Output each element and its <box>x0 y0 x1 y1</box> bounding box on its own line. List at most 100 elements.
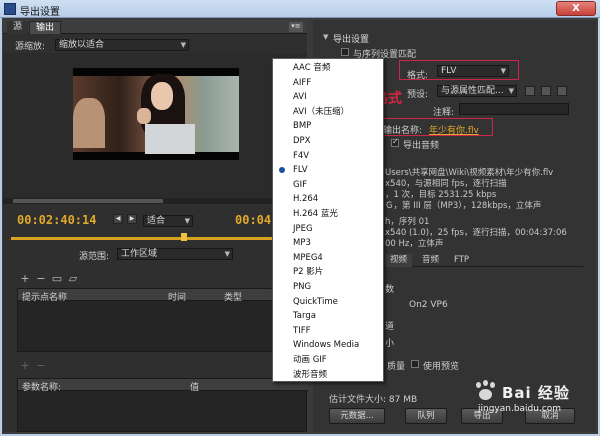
parameter-table: 参数名称: 值 <box>17 378 308 432</box>
title-bar: 导出设置 X <box>0 0 600 18</box>
panel-menu-icon[interactable]: ▾≡ <box>289 22 303 32</box>
chevron-down-icon: ▼ <box>224 250 230 258</box>
current-timecode[interactable]: 00:02:40:14 <box>17 213 96 227</box>
format-option[interactable]: AVI <box>273 90 383 105</box>
format-option[interactable]: P2 影片 <box>273 265 383 280</box>
channel-label-fragment: 道 <box>385 322 395 332</box>
codec-label-fragment: 数 <box>385 285 395 295</box>
source-range-dropdown[interactable]: 工作区域 ▼ <box>117 248 233 260</box>
cue-toolbar: + − ▭ ▱ <box>3 273 307 287</box>
export-settings-header[interactable]: ▼ 导出设置 <box>323 32 369 45</box>
format-dropdown-list: AAC 音频 AIFF AVI AVI（未压缩） BMP DPX F4V FLV GIF H.26… <box>272 58 384 382</box>
remove-param-icon[interactable]: − <box>35 360 47 372</box>
max-quality-label: 质量 <box>387 362 406 372</box>
match-sequence-checkbox[interactable] <box>341 48 349 56</box>
format-option[interactable]: PNG <box>273 280 383 295</box>
chevron-down-icon: ▼ <box>184 217 190 225</box>
tab-output[interactable]: 输出 <box>29 21 62 34</box>
selected-dot-icon <box>279 167 285 174</box>
source-scaling-label: 源缩放: <box>15 42 46 52</box>
estimated-file-size: 估计文件大小: 87 MB <box>329 395 418 405</box>
set-in-icon[interactable]: ◀ <box>113 214 123 224</box>
save-preset-icon[interactable] <box>525 86 535 96</box>
import-cue-icon[interactable]: ▭ <box>51 273 63 285</box>
preset-dropdown[interactable]: 与源属性匹配... ▼ <box>437 85 517 97</box>
source-range-value: 工作区域 <box>121 249 158 259</box>
format-option[interactable]: Targa <box>273 309 383 324</box>
source-scaling-value: 缩放以适合 <box>59 40 105 50</box>
baidu-watermark: Bai 经验 jingyan.baidu.com <box>468 378 598 424</box>
add-cue-icon[interactable]: + <box>19 273 31 285</box>
param-col-value[interactable]: 值 <box>190 380 199 393</box>
baidu-paw-icon <box>474 380 498 402</box>
output-name-link[interactable]: 年少有你.flv <box>429 123 479 136</box>
format-option[interactable]: FLV <box>273 163 383 178</box>
tab-video[interactable]: 视频 <box>385 254 413 267</box>
cue-col-name[interactable]: 提示点名称 <box>22 290 67 303</box>
format-option[interactable]: GIF <box>273 178 383 193</box>
format-option[interactable]: H.264 蓝光 <box>273 207 383 222</box>
chevron-down-icon: ▼ <box>508 87 514 95</box>
use-preview-label: 使用预览 <box>423 362 460 372</box>
comment-field[interactable] <box>459 103 569 115</box>
tab-ftp[interactable]: FTP <box>449 254 474 267</box>
format-option[interactable]: DPX <box>273 134 383 149</box>
tab-source[interactable]: 源 <box>7 21 29 34</box>
fit-value: 适合 <box>147 216 166 226</box>
chevron-down-icon: ▼ <box>180 41 186 49</box>
tab-audio[interactable]: 音频 <box>417 254 444 267</box>
import-preset-icon[interactable] <box>541 86 551 96</box>
chevron-down-icon: ▼ <box>500 67 506 75</box>
format-option[interactable]: AVI（未压缩） <box>273 105 383 120</box>
cue-col-type[interactable]: 类型 <box>224 290 242 303</box>
format-option[interactable]: MPEG4 <box>273 251 383 266</box>
format-option[interactable]: 波形音频 <box>273 368 383 383</box>
add-param-icon[interactable]: + <box>19 360 31 372</box>
premiere-icon <box>4 3 16 15</box>
format-option[interactable]: QuickTime <box>273 295 383 310</box>
format-dropdown[interactable]: FLV ▼ <box>437 65 509 77</box>
format-option[interactable]: MP3 <box>273 236 383 251</box>
source-scaling-dropdown[interactable]: 缩放以适合 ▼ <box>55 39 189 51</box>
playhead-icon[interactable] <box>181 233 187 241</box>
format-option[interactable]: TIFF <box>273 324 383 339</box>
queue-button[interactable]: 队列 <box>405 408 447 424</box>
param-toolbar: + − <box>3 360 307 374</box>
format-option[interactable]: 动画 GIF <box>273 353 383 368</box>
param-table-header: 参数名称: 值 <box>18 379 308 393</box>
window-title: 导出设置 <box>20 7 60 18</box>
source-scaling-row: 源缩放: 缩放以适合 ▼ <box>3 36 307 52</box>
preset-label: 预设: <box>407 90 429 100</box>
set-out-icon[interactable]: ▶ <box>127 214 137 224</box>
comment-label: 注释: <box>433 108 455 118</box>
format-option[interactable]: Windows Media <box>273 338 383 353</box>
timecode-row: 00:02:40:14 ◀ ▶ 适合 ▼ 00:04: <box>3 206 307 232</box>
remove-cue-icon[interactable]: − <box>35 273 47 285</box>
preset-value: 与源属性匹配... <box>441 86 504 96</box>
delete-preset-icon[interactable] <box>557 86 567 96</box>
format-option[interactable]: F4V <box>273 149 383 164</box>
disclosure-triangle-icon[interactable]: ▼ <box>323 33 328 41</box>
source-output-panel: 源 输出 ▾≡ 源缩放: 缩放以适合 ▼ 00:02:40:14 ◀ ▶ 适合 … <box>3 20 308 432</box>
source-range-row: 源范围: 工作区域 ▼ <box>3 246 307 262</box>
format-option[interactable]: AAC 音频 <box>273 61 383 76</box>
video-preview-frame <box>73 68 239 160</box>
cue-col-time[interactable]: 时间 <box>168 290 186 303</box>
close-button[interactable]: X <box>556 1 596 16</box>
timeline-bar[interactable] <box>11 233 307 241</box>
preview-scrollbar[interactable] <box>3 198 307 204</box>
cue-point-table: 提示点名称 时间 类型 <box>17 288 308 352</box>
format-value: FLV <box>441 66 457 76</box>
format-option[interactable]: BMP <box>273 119 383 134</box>
use-preview-checkbox[interactable] <box>411 360 419 368</box>
format-option[interactable]: AIFF <box>273 76 383 91</box>
param-col-name[interactable]: 参数名称: <box>22 380 61 393</box>
fit-dropdown[interactable]: 适合 ▼ <box>143 215 193 227</box>
format-option[interactable]: JPEG <box>273 222 383 237</box>
export-cue-icon[interactable]: ▱ <box>67 273 79 285</box>
size-label-fragment: 小 <box>385 339 395 349</box>
metadata-button[interactable]: 元数据... <box>329 408 385 424</box>
export-audio-checkbox[interactable] <box>391 137 399 147</box>
format-option[interactable]: H.264 <box>273 192 383 207</box>
watermark-url: jingyan.baidu.com <box>478 404 562 414</box>
